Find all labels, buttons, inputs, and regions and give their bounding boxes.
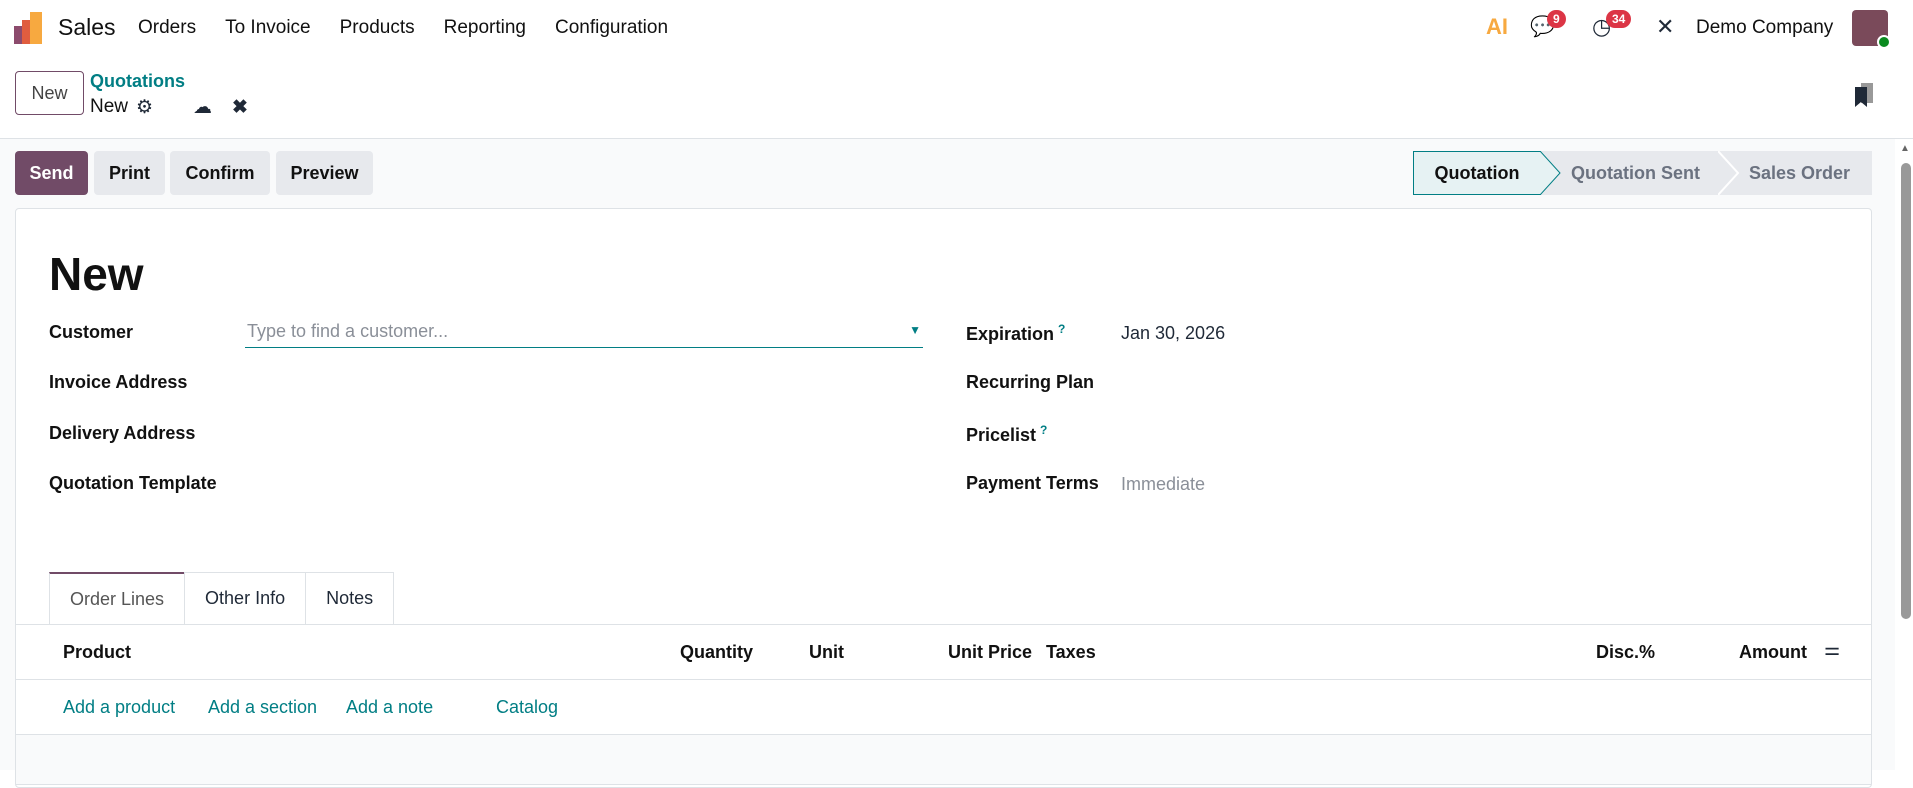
status-sales-order[interactable]: Sales Order — [1721, 151, 1871, 195]
tab-other-info[interactable]: Other Info — [184, 572, 307, 624]
notebook-tabs: Order Lines Other Info Notes — [49, 572, 395, 624]
record-title: New — [49, 248, 144, 300]
pricelist-label: Pricelist? — [966, 423, 1047, 446]
invoice-address-label: Invoice Address — [49, 372, 188, 392]
company-switcher[interactable]: Demo Company — [1696, 17, 1833, 39]
menu-products[interactable]: Products — [340, 17, 415, 39]
column-unit-price[interactable]: Unit Price — [948, 642, 1032, 663]
send-button[interactable]: Send — [15, 151, 88, 195]
control-panel: New Quotations New ⚙ ☁ ✖ — [0, 56, 1913, 139]
scrollbar[interactable]: ▲ — [1898, 139, 1913, 770]
payment-terms-value[interactable]: Immediate — [1121, 474, 1205, 495]
avatar[interactable] — [1852, 10, 1891, 49]
online-status-dot — [1877, 35, 1891, 49]
add-product-link[interactable]: Add a product — [63, 697, 175, 718]
help-tooltip-icon[interactable]: ? — [1040, 423, 1047, 437]
scrollbar-thumb[interactable] — [1901, 163, 1911, 619]
form-view: Send Print Confirm Preview Quotation Quo… — [0, 139, 1895, 788]
status-quotation-sent[interactable]: Quotation Sent — [1541, 151, 1721, 195]
status-quotation[interactable]: Quotation — [1413, 151, 1541, 195]
sales-app-logo[interactable] — [14, 12, 44, 44]
menu-configuration[interactable]: Configuration — [555, 17, 668, 39]
menu-to-invoice[interactable]: To Invoice — [225, 17, 311, 39]
preview-button[interactable]: Preview — [276, 151, 373, 195]
customer-label: Customer — [49, 322, 134, 342]
column-quantity[interactable]: Quantity — [680, 642, 753, 663]
column-amount[interactable]: Amount — [1739, 642, 1807, 663]
column-taxes[interactable]: Taxes — [1046, 642, 1096, 663]
discard-icon[interactable]: ✖ — [232, 96, 248, 119]
column-unit[interactable]: Unit — [809, 642, 844, 663]
column-product[interactable]: Product — [63, 642, 131, 663]
tab-notes[interactable]: Notes — [305, 572, 395, 624]
recurring-plan-label: Recurring Plan — [966, 372, 1095, 392]
add-note-link[interactable]: Add a note — [346, 697, 433, 718]
empty-row — [16, 735, 1871, 785]
expiration-label: Expiration? — [966, 322, 1065, 345]
add-section-link[interactable]: Add a section — [208, 697, 317, 718]
status-bar: Quotation Quotation Sent Sales Order — [1413, 151, 1872, 195]
gear-icon[interactable]: ⚙ — [136, 96, 153, 119]
divider — [16, 679, 1871, 680]
help-tooltip-icon[interactable]: ? — [1058, 322, 1065, 336]
caret-down-icon[interactable]: ▼ — [909, 323, 921, 337]
menu-orders[interactable]: Orders — [138, 17, 196, 39]
form-sheet: New Customer Type to find a customer... … — [15, 208, 1872, 788]
menu-reporting[interactable]: Reporting — [444, 17, 526, 39]
main-menu: Orders To Invoice Products Reporting Con… — [138, 17, 697, 39]
print-button[interactable]: Print — [94, 151, 165, 195]
scroll-up-icon[interactable]: ▲ — [1900, 143, 1910, 154]
payment-terms-label: Payment Terms — [966, 473, 1099, 493]
top-navbar: Sales Orders To Invoice Products Reporti… — [0, 0, 1913, 56]
delivery-address-label: Delivery Address — [49, 423, 196, 443]
new-button[interactable]: New — [15, 71, 84, 115]
breadcrumb-quotations[interactable]: Quotations — [90, 71, 185, 92]
catalog-link[interactable]: Catalog — [496, 697, 558, 718]
app-name[interactable]: Sales — [58, 14, 116, 41]
optional-columns-icon[interactable]: ⚌ — [1824, 639, 1840, 660]
quotation-template-label: Quotation Template — [49, 473, 217, 493]
customer-input[interactable]: Type to find a customer... ▼ — [245, 317, 923, 348]
messages-badge: 9 — [1547, 10, 1566, 28]
breadcrumb-current: New — [90, 96, 129, 117]
activities-badge: 34 — [1606, 10, 1632, 28]
status-arrow — [1540, 151, 1561, 195]
tools-icon[interactable]: ✕ — [1656, 14, 1674, 40]
ai-icon[interactable]: AI — [1486, 14, 1508, 40]
expiration-label-text: Expiration — [966, 324, 1055, 344]
pricelist-label-text: Pricelist — [966, 425, 1037, 445]
bookmark-icon[interactable] — [1855, 83, 1875, 109]
confirm-button[interactable]: Confirm — [170, 151, 270, 195]
expiration-value[interactable]: Jan 30, 2026 — [1121, 323, 1225, 344]
divider — [16, 624, 1871, 625]
customer-placeholder: Type to find a customer... — [247, 321, 449, 341]
tab-order-lines[interactable]: Order Lines — [49, 572, 186, 624]
cloud-upload-icon[interactable]: ☁ — [193, 96, 212, 119]
status-arrow — [1718, 151, 1740, 195]
column-discount[interactable]: Disc.% — [1596, 642, 1655, 663]
